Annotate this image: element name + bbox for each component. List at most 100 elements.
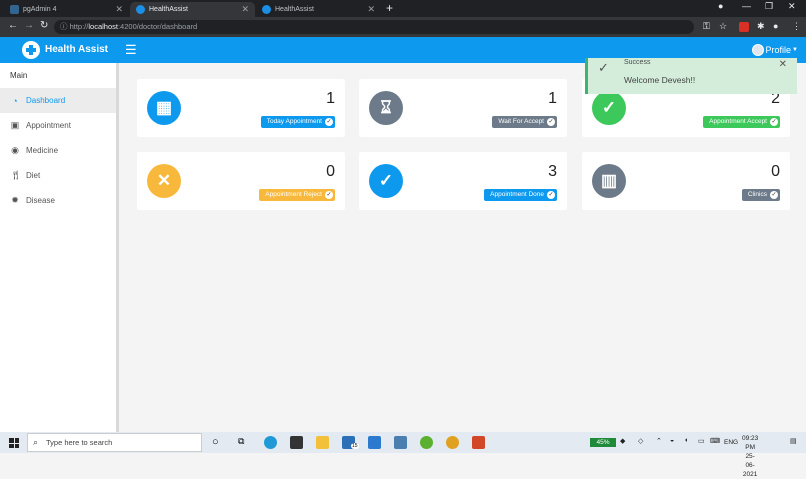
profile-label: Profile <box>765 45 792 55</box>
store-icon[interactable] <box>290 436 303 449</box>
card-appointment-reject[interactable]: ✕ 0 Appointment Reject <box>137 152 345 210</box>
card-today-appointment[interactable]: ▦ 1 Today Appointment <box>137 79 345 137</box>
tab-healthassist[interactable]: HealthAssist ✕ <box>256 2 381 17</box>
pgadmin-favicon-icon <box>10 5 19 14</box>
card-wait-for-accept[interactable]: ⌛︎ 1 Wait For Accept <box>359 79 567 137</box>
mail-badge: 15 <box>351 443 359 449</box>
card-count: 1 <box>326 90 335 107</box>
puzzle-icon[interactable]: ✱ <box>757 21 765 32</box>
sidebar-item-disease[interactable]: ✹ Disease <box>0 188 116 213</box>
battery-icon[interactable]: ▭ <box>698 437 705 445</box>
vscode-icon[interactable] <box>368 436 381 449</box>
brand-name: Health Assist <box>45 44 108 55</box>
file-explorer-icon[interactable] <box>316 436 329 449</box>
task-view-icon[interactable]: ⧉ <box>238 436 251 449</box>
tab-pgadmin[interactable]: pgAdmin 4 ✕ <box>4 2 129 17</box>
reload-icon[interactable]: ↻ <box>40 20 48 31</box>
close-tab-icon[interactable]: ✕ <box>241 4 249 15</box>
new-tab-icon[interactable]: + <box>386 1 393 15</box>
windows-start-icon[interactable] <box>9 438 19 448</box>
utensils-icon: 🍴︎ <box>10 170 22 180</box>
calendar-check-icon: ▦ <box>147 91 181 125</box>
card-badge: Today Appointment <box>260 116 335 128</box>
media-icon[interactable]: ● <box>718 1 723 11</box>
building-icon: ▥ <box>592 164 626 198</box>
sidebar-item-label: Appointment <box>26 121 71 130</box>
windows-taskbar: ⌕ Type here to search ○ ⧉ 15 45% ◆ ◇ ⌃ ◒… <box>0 432 806 478</box>
tray-icon[interactable]: ◇ <box>638 437 643 445</box>
star-icon[interactable]: ☆ <box>719 21 727 32</box>
tray-icon[interactable]: ◆ <box>620 437 625 445</box>
forward-icon[interactable]: → <box>24 20 34 31</box>
app-icon[interactable] <box>394 436 407 449</box>
card-count: 0 <box>771 163 780 180</box>
hourglass-icon: ⌛︎ <box>369 91 403 125</box>
card-badge: Appointment Done <box>484 189 557 201</box>
clock-time: 09:23 PM <box>742 435 759 451</box>
close-tab-icon[interactable]: ✕ <box>367 4 375 15</box>
healthassist-favicon-icon <box>136 5 145 14</box>
taskbar-search-box[interactable]: ⌕ Type here to search <box>27 433 202 452</box>
sidebar-item-label: Dashboard <box>26 96 66 105</box>
caret-down-icon: ▼ <box>792 47 798 53</box>
notifications-icon[interactable]: ▤ <box>790 437 797 445</box>
url-host: localhost <box>88 22 118 31</box>
chevron-up-icon[interactable]: ⌃ <box>656 437 662 445</box>
profile-menu[interactable]: Profile ▼ <box>751 44 798 56</box>
card-badge: Appointment Accept <box>703 116 780 128</box>
healthassist-favicon-icon <box>262 5 271 14</box>
restore-icon[interactable]: ❐ <box>765 1 773 12</box>
minimize-icon[interactable]: — <box>742 1 751 11</box>
check-done-icon: ✓ <box>369 164 403 198</box>
keyboard-icon[interactable]: ⌨︎ <box>710 437 720 445</box>
card-count: 1 <box>548 90 557 107</box>
card-appointment-done[interactable]: ✓ 3 Appointment Done <box>359 152 567 210</box>
card-badge: Appointment Reject <box>259 189 335 201</box>
language-indicator[interactable]: ENG <box>724 439 738 446</box>
tab-label: HealthAssist <box>149 6 188 13</box>
search-icon: ⌕ <box>33 437 39 447</box>
sidebar-item-diet[interactable]: 🍴︎ Diet <box>0 163 116 188</box>
close-tab-icon[interactable]: ✕ <box>115 4 123 15</box>
sidebar-item-label: Diet <box>26 171 41 180</box>
tab-healthassist-active[interactable]: HealthAssist ✕ <box>130 2 255 17</box>
card-clinics[interactable]: ▥ 0 Clinics <box>582 152 790 210</box>
toast-title: Success <box>624 59 651 66</box>
clock[interactable]: 09:23 PM 25-06-2021 <box>742 434 758 479</box>
card-badge: Clinics <box>741 189 780 201</box>
check-circle-icon: ✓ <box>592 91 626 125</box>
back-icon[interactable]: ← <box>8 20 18 31</box>
battery-indicator[interactable]: 45% <box>590 438 616 447</box>
tab-label: HealthAssist <box>275 6 314 13</box>
app-icon[interactable] <box>420 436 433 449</box>
info-icon: ⓘ <box>60 22 70 31</box>
sidebar-item-appointment[interactable]: ▣ Appointment <box>0 113 116 138</box>
success-toast: ✓ Success Welcome Devesh!! ✕ <box>585 58 797 94</box>
sidebar-item-dashboard[interactable]: ◔ Dashboard <box>0 88 116 113</box>
close-window-icon[interactable]: ✕ <box>788 1 796 12</box>
volume-icon[interactable]: ◖ <box>684 437 688 444</box>
edge-icon[interactable] <box>264 436 277 449</box>
address-bar[interactable]: ⓘ http://localhost:4200/doctor/dashboard <box>54 20 694 34</box>
x-circle-icon: ✕ <box>147 164 181 198</box>
browser-toolbar: ← → ↻ ⓘ http://localhost:4200/doctor/das… <box>0 17 806 37</box>
account-icon[interactable]: ● <box>773 21 778 31</box>
network-icon[interactable]: ◒ <box>670 437 674 444</box>
dashboard-icon: ◔ <box>12 95 18 106</box>
chrome-icon[interactable] <box>446 436 459 449</box>
cortana-icon[interactable]: ○ <box>212 436 225 449</box>
sidebar-item-medicine[interactable]: ◉ Medicine <box>0 138 116 163</box>
sidebar-item-label: Disease <box>26 196 55 205</box>
powerpoint-icon[interactable] <box>472 436 485 449</box>
calendar-icon: ▣ <box>10 120 20 130</box>
key-icon[interactable]: ⚿ <box>703 21 710 32</box>
url-prefix: http:// <box>69 22 89 31</box>
clock-date: 25-06-2021 <box>742 453 758 478</box>
url-path: :4200/doctor/dashboard <box>117 22 198 31</box>
close-icon[interactable]: ✕ <box>779 59 787 70</box>
card-badge: Wait For Accept <box>492 116 557 128</box>
kebab-menu-icon[interactable]: ⋮ <box>792 21 801 32</box>
check-icon: ✓ <box>598 60 609 75</box>
extension-icon[interactable] <box>739 22 749 32</box>
hamburger-menu-icon[interactable]: ☰ <box>125 42 137 58</box>
